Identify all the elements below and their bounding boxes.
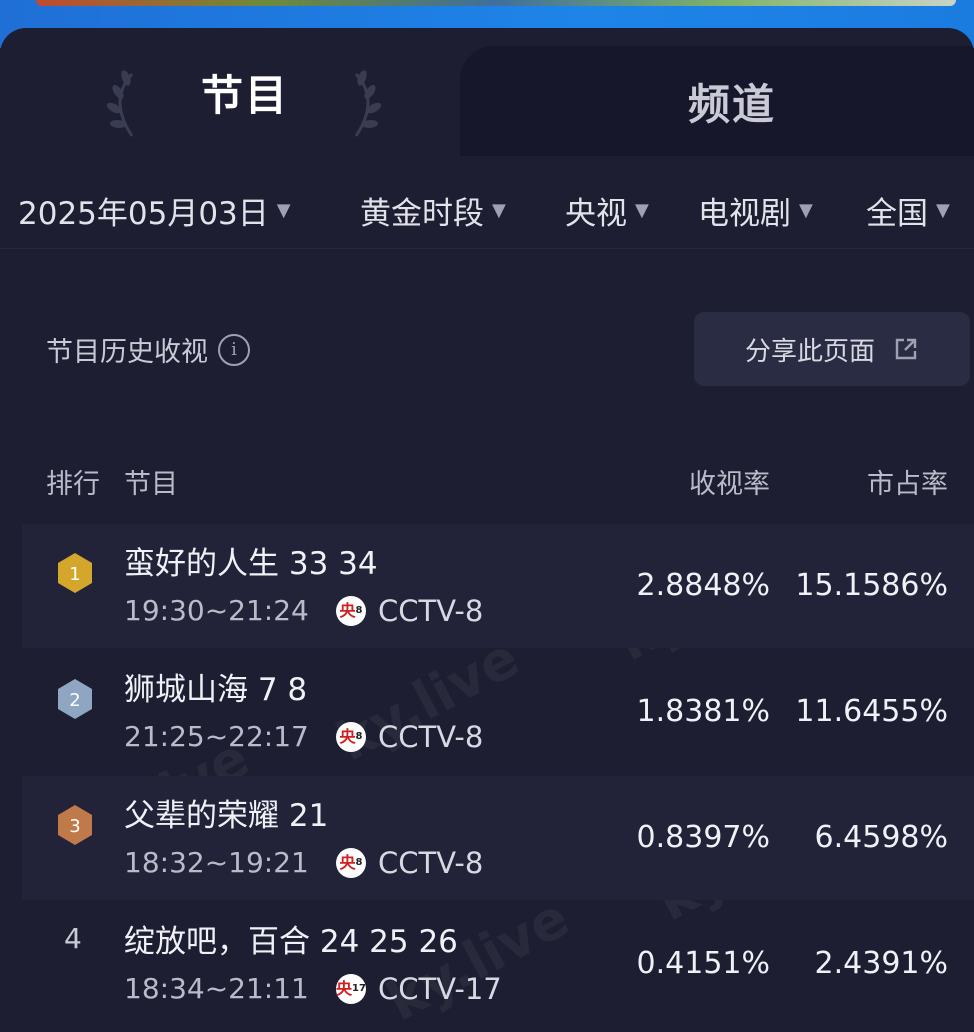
section-title: 节目历史收视 i — [46, 330, 250, 369]
region-filter[interactable]: 全国 ▼ — [866, 186, 950, 234]
laurel-right-icon — [354, 70, 382, 137]
program-name: 父辈的荣耀 21 — [124, 798, 329, 834]
program-name: 绽放吧，百合 24 25 26 — [124, 924, 458, 960]
rating-value: 0.8397% — [636, 820, 770, 855]
info-icon[interactable]: i — [218, 333, 250, 366]
share-page-label: 分享此页面 — [744, 336, 875, 367]
network-filter-label: 央视 — [565, 195, 627, 232]
cctv-logo-icon: 央8 — [336, 848, 366, 878]
program-name: 蛮好的人生 33 34 — [124, 546, 378, 582]
header-program: 节目 — [124, 469, 178, 500]
channel-name: CCTV-17 — [378, 972, 502, 1006]
share-value: 2.4391% — [814, 946, 948, 981]
timeslot-filter[interactable]: 黄金时段 ▼ — [360, 186, 506, 234]
timeslot-filter-label: 黄金时段 — [360, 195, 484, 232]
chevron-down-icon: ▼ — [276, 199, 291, 221]
header-rank: 排行 — [46, 469, 100, 500]
filter-bar: 2025年05月03日 ▼ 黄金时段 ▼ 央视 ▼ 电视剧 ▼ 全国 ▼ — [0, 174, 974, 249]
chevron-down-icon: ▼ — [492, 199, 506, 221]
rating-value: 1.8381% — [636, 694, 770, 729]
share-value: 6.4598% — [814, 820, 948, 855]
date-filter-label: 2025年05月03日 — [18, 195, 269, 232]
table-row[interactable]: 4 绽放吧，百合 24 25 26 18:34~21:11 央 17 CCTV-1… — [22, 902, 974, 1026]
share-page-button[interactable]: 分享此页面 — [694, 312, 970, 386]
rank-number: 3 — [69, 816, 80, 837]
date-filter[interactable]: 2025年05月03日 ▼ — [18, 186, 291, 234]
tab-program[interactable]: 节目 — [0, 28, 490, 156]
cctv-logo-icon: 央 17 — [336, 974, 366, 1004]
header-rating[interactable]: 收视率 — [689, 462, 770, 501]
bronze-medal-icon: 3 — [58, 805, 92, 845]
ratings-panel: ky.live ky.live ky.live ky.live ky.live … — [0, 28, 974, 1032]
channel-name: CCTV-8 — [378, 846, 484, 880]
gold-medal-icon: 1 — [58, 553, 92, 593]
genre-filter-label: 电视剧 — [698, 195, 791, 232]
cctv-logo-icon: 央8 — [336, 596, 366, 626]
silver-medal-icon: 2 — [58, 679, 92, 719]
share-value: 15.1586% — [795, 568, 948, 603]
table-row[interactable]: 2 狮城山海 7 8 21:25~22:17 央8 CCTV-8 1.8381%… — [22, 650, 974, 774]
program-time: 21:25~22:17 — [124, 720, 309, 753]
header-share[interactable]: 市占率 — [867, 462, 948, 501]
rank-number: 1 — [69, 564, 80, 585]
genre-filter[interactable]: 电视剧 ▼ — [698, 186, 813, 234]
table-row[interactable]: 3 父辈的荣耀 21 18:32~19:21 央8 CCTV-8 0.8397%… — [22, 776, 974, 900]
external-link-icon — [895, 338, 917, 360]
laurel-left-icon — [106, 70, 134, 137]
section-title-label: 节目历史收视 — [46, 337, 208, 368]
network-filter[interactable]: 央视 ▼ — [565, 186, 649, 234]
tab-channel[interactable]: 频道 — [490, 46, 974, 156]
program-time: 18:32~19:21 — [124, 846, 309, 879]
share-value: 11.6455% — [795, 694, 948, 729]
region-filter-label: 全国 — [866, 195, 928, 232]
tab-channel-label: 频道 — [687, 79, 776, 129]
tab-bar: 节目 频道 — [0, 28, 974, 156]
program-name: 狮城山海 7 8 — [124, 672, 308, 708]
program-time: 18:34~21:11 — [124, 972, 309, 1005]
rank-number: 4 — [64, 922, 82, 955]
chevron-down-icon: ▼ — [936, 199, 950, 221]
cctv-logo-icon: 央8 — [336, 722, 366, 752]
rating-value: 0.4151% — [636, 946, 770, 981]
channel-name: CCTV-8 — [378, 720, 484, 754]
channel-name: CCTV-8 — [378, 594, 484, 628]
table-row[interactable]: 1 蛮好的人生 33 34 19:30~21:24 央8 CCTV-8 2.88… — [22, 524, 974, 648]
rank-number: 2 — [69, 690, 80, 711]
program-time: 19:30~21:24 — [124, 594, 309, 627]
tab-program-label: 节目 — [200, 70, 289, 120]
chevron-down-icon: ▼ — [635, 199, 649, 221]
rating-value: 2.8848% — [636, 568, 770, 603]
banner-image — [36, 0, 956, 6]
table-header: 排行 节目 收视率 市占率 — [0, 458, 974, 506]
chevron-down-icon: ▼ — [799, 199, 813, 221]
